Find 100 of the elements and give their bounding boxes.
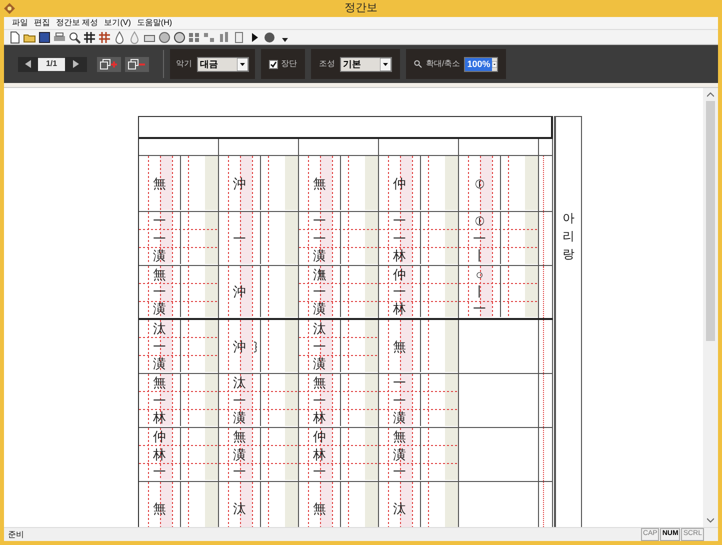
note-symbol: 汰: [393, 502, 406, 516]
note-symbol: 一: [313, 232, 326, 246]
note-symbol: 一: [153, 340, 166, 354]
note-symbol: 一: [233, 465, 246, 480]
song-title: 아리랑: [562, 210, 574, 263]
status-text: 준비: [8, 528, 24, 540]
remove-page-button[interactable]: [125, 56, 149, 72]
dots-icon[interactable]: [203, 30, 216, 44]
note-symbol: 無: [153, 176, 166, 190]
dropdown-arrow-icon[interactable]: [380, 58, 391, 70]
note-symbol: 一: [313, 394, 326, 408]
note-symbol: 林: [153, 411, 166, 426]
grid-icon[interactable]: [83, 30, 96, 44]
menu-item[interactable]: 편집: [34, 17, 50, 29]
scroll-up-icon[interactable]: [707, 92, 714, 97]
note-symbol: 潢: [153, 357, 166, 372]
printer-icon[interactable]: [53, 30, 66, 44]
note-symbol: 潢: [233, 448, 246, 462]
note-symbol: ⦶: [475, 176, 484, 190]
note-symbol: 無: [393, 340, 406, 354]
zoom-select[interactable]: 100%: [464, 56, 498, 72]
note-symbol: 林: [153, 448, 166, 462]
page-icon[interactable]: [233, 30, 246, 44]
next-page-button[interactable]: [65, 56, 87, 72]
note-symbol: 汰: [313, 322, 326, 336]
menu-item[interactable]: 정간보 제성: [56, 17, 98, 29]
note-symbol: 沖: [233, 176, 246, 190]
pages-plus-icon: [100, 58, 118, 70]
note-symbol: 無: [313, 376, 326, 390]
right-triangle-icon: [73, 60, 79, 68]
note-symbol: 汰: [233, 502, 246, 516]
note-symbol: 沖: [233, 340, 246, 354]
bars-icon[interactable]: [218, 30, 231, 44]
note-symbol: 一: [153, 284, 166, 299]
note-symbol: 沖: [233, 285, 246, 299]
note-symbol: 一: [233, 232, 246, 246]
note-symbol: 一: [313, 214, 326, 228]
drop-icon[interactable]: [113, 30, 126, 44]
dots-icon[interactable]: [188, 30, 201, 44]
note-symbol: 無: [153, 502, 166, 516]
previous-page-button[interactable]: [18, 56, 38, 72]
preview-icon[interactable]: [68, 30, 81, 44]
note-symbol: 林: [393, 302, 406, 316]
note-symbol: 無: [393, 430, 406, 444]
menu-item[interactable]: 도움말(H): [136, 17, 172, 29]
drop-icon[interactable]: [128, 30, 141, 44]
page-number-field[interactable]: 1/1: [38, 58, 65, 70]
menu-item[interactable]: 파일: [12, 17, 28, 29]
vertical-scrollbar[interactable]: [703, 88, 718, 527]
note-symbol: 林: [313, 411, 326, 426]
zoom-label: 확대/축소: [426, 58, 460, 70]
note-symbol: 潢: [393, 411, 406, 426]
note-symbol: 無: [313, 176, 326, 190]
note-symbol: 一: [393, 465, 406, 480]
note-symbol: 一: [473, 302, 486, 316]
instrument-select[interactable]: 대금: [197, 56, 249, 72]
note-symbol: 一: [153, 394, 166, 408]
jangdan-label: 장단: [281, 58, 297, 70]
app-logo-icon: [4, 3, 15, 14]
note-symbol: 一: [393, 376, 406, 390]
dropdown-arrow-icon[interactable]: [237, 58, 248, 70]
checkmark-icon: [270, 60, 277, 68]
note-symbol: 無: [153, 376, 166, 390]
note-symbol: 一: [313, 340, 326, 354]
note-symbol: 無: [233, 430, 246, 444]
pages-minus-icon: [128, 58, 146, 70]
note-symbol: 一: [473, 232, 486, 246]
mode-label: 조성: [319, 58, 335, 70]
note-symbol: 丨: [473, 284, 486, 299]
note-symbol: 一: [313, 284, 326, 299]
note-symbol: 仲: [313, 430, 326, 444]
scroll-down-icon[interactable]: [707, 518, 714, 523]
note-symbol: 林: [393, 249, 406, 264]
mode-select[interactable]: 기본: [340, 56, 392, 72]
menu-item[interactable]: 보기(V): [104, 17, 131, 29]
note-symbol: 丨: [473, 249, 486, 264]
disc-icon[interactable]: [173, 30, 186, 44]
note-symbol: 仲: [393, 268, 406, 282]
left-triangle-icon: [25, 60, 31, 68]
note-symbol: 潕: [313, 268, 326, 282]
note-symbol: 仲: [393, 176, 406, 190]
instrument-label: 악기: [176, 58, 192, 70]
add-page-button[interactable]: [97, 56, 121, 72]
note-symbol: 潢: [153, 302, 166, 316]
note-symbol: 一: [393, 214, 406, 228]
window-title: 정간보: [344, 1, 378, 16]
disc-icon[interactable]: [158, 30, 171, 44]
note-symbol: 一: [393, 284, 406, 299]
note-symbol: 潢: [313, 302, 326, 316]
note-symbol: 一: [313, 465, 326, 480]
jangdan-checkbox[interactable]: [269, 60, 278, 68]
note-symbol: 林: [313, 448, 326, 462]
search-icon: [414, 60, 422, 68]
note-symbol: 無: [313, 502, 326, 516]
save-icon[interactable]: [38, 30, 51, 44]
dropdown-caret-icon[interactable]: [282, 38, 288, 42]
note-symbol: 潢: [153, 249, 166, 264]
note-symbol: ⦶: [475, 214, 484, 228]
note-symbol: 一: [153, 214, 166, 228]
note-symbol: 一: [153, 232, 166, 246]
